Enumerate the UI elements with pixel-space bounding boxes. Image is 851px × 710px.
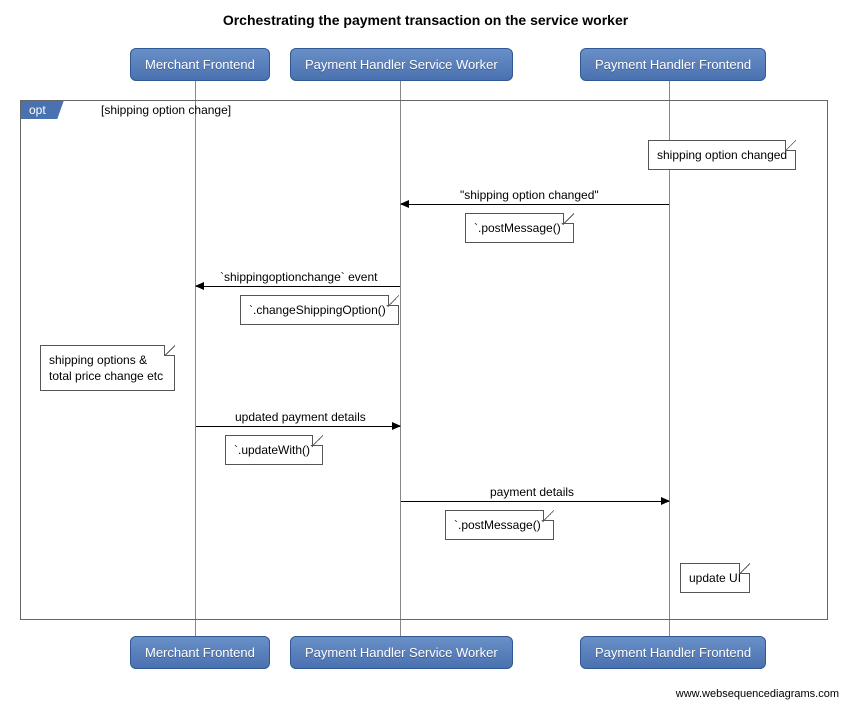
attribution: www.websequencediagrams.com [676, 688, 839, 700]
participant-merchant-top: Merchant Frontend [130, 48, 270, 81]
msg-shippingoptionchange-event-label: `shippingoptionchange` event [220, 270, 377, 284]
participant-service-worker-bottom: Payment Handler Service Worker [290, 636, 513, 669]
note-shipping-option-changed: shipping option changed [648, 140, 796, 170]
participant-handler-frontend-bottom: Payment Handler Frontend [580, 636, 766, 669]
note-shipping-options-price: shipping options & total price change et… [40, 345, 175, 391]
opt-label: opt [21, 101, 64, 119]
msg-updated-payment-details-label: updated payment details [235, 410, 366, 424]
msg-shipping-option-changed-label: "shipping option changed" [460, 188, 599, 202]
note-update-ui: update UI [680, 563, 750, 593]
participant-merchant-bottom: Merchant Frontend [130, 636, 270, 669]
note-postmessage-2: `.postMessage()` [445, 510, 554, 540]
note-postmessage-1: `.postMessage()` [465, 213, 574, 243]
participant-service-worker-top: Payment Handler Service Worker [290, 48, 513, 81]
arrow-shippingoptionchange-event [196, 286, 400, 287]
opt-guard: [shipping option change] [101, 103, 231, 117]
participant-handler-frontend-top: Payment Handler Frontend [580, 48, 766, 81]
note-changeshippingoption: `.changeShippingOption()` [240, 295, 399, 325]
arrow-updated-payment-details [196, 426, 400, 427]
diagram-title: Orchestrating the payment transaction on… [0, 0, 851, 38]
note-updatewith: `.updateWith()` [225, 435, 323, 465]
msg-payment-details-label: payment details [490, 485, 574, 499]
arrow-shipping-option-changed [401, 204, 669, 205]
arrow-payment-details [401, 501, 669, 502]
